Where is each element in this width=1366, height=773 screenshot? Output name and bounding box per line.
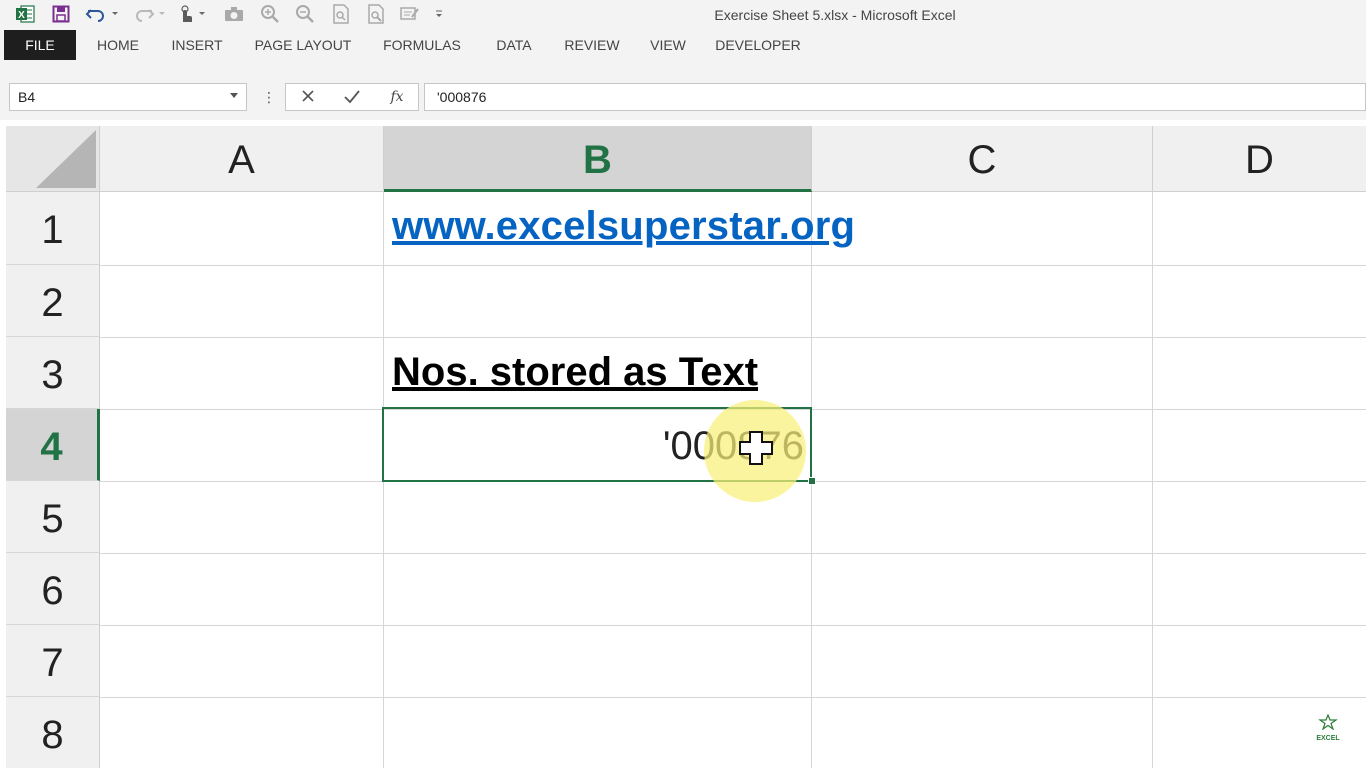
tab-file[interactable]: FILE <box>4 30 76 60</box>
column-header-c[interactable]: C <box>812 126 1153 192</box>
fill-handle[interactable] <box>808 477 816 485</box>
row-header-8[interactable]: 8 <box>6 697 100 768</box>
gridline <box>100 553 1366 554</box>
watermark-label: EXCEL <box>1316 735 1340 742</box>
cell-b3-heading[interactable]: Nos. stored as Text <box>392 350 758 395</box>
name-box-dropdown-icon[interactable] <box>230 93 238 98</box>
gridline <box>1152 192 1153 768</box>
gridline <box>100 337 1366 338</box>
column-header-a[interactable]: A <box>100 126 384 192</box>
row-header-7[interactable]: 7 <box>6 625 100 697</box>
tab-page-layout[interactable]: PAGE LAYOUT <box>248 30 358 60</box>
tab-formulas[interactable]: FORMULAS <box>376 30 468 60</box>
column-header-b[interactable]: B <box>384 126 812 192</box>
excel-superstar-logo: EXCEL <box>1306 713 1350 746</box>
tab-review[interactable]: REVIEW <box>558 30 626 60</box>
formula-input[interactable] <box>424 83 1366 111</box>
row-header-2[interactable]: 2 <box>6 265 100 337</box>
tab-home[interactable]: HOME <box>88 30 148 60</box>
cancel-icon[interactable] <box>296 86 320 108</box>
row-header-3[interactable]: 3 <box>6 337 100 409</box>
row-header-4[interactable]: 4 <box>6 409 100 481</box>
row-header-1[interactable]: 1 <box>6 192 100 265</box>
tab-view[interactable]: VIEW <box>642 30 694 60</box>
tab-data[interactable]: DATA <box>486 30 542 60</box>
column-header-d[interactable]: D <box>1153 126 1366 192</box>
ribbon-collapsed-area <box>0 62 1366 78</box>
cell-b1-hyperlink[interactable]: www.excelsuperstar.org <box>392 204 855 249</box>
gridline <box>100 697 1366 698</box>
ribbon-tabs: FILE HOME INSERT PAGE LAYOUT FORMULAS DA… <box>0 30 1366 62</box>
gridline <box>100 625 1366 626</box>
insert-function-button[interactable]: fx <box>385 86 409 108</box>
tab-insert[interactable]: INSERT <box>164 30 230 60</box>
formula-bar-resize-handle[interactable]: ⋮ <box>262 88 276 106</box>
cell-select-cursor-icon <box>736 428 776 468</box>
name-box[interactable] <box>9 83 247 111</box>
window-title: Exercise Sheet 5.xlsx - Microsoft Excel <box>714 7 956 23</box>
row-header-5[interactable]: 5 <box>6 481 100 553</box>
row-header-6[interactable]: 6 <box>6 553 100 625</box>
gridline <box>100 265 1366 266</box>
select-all-triangle-icon <box>36 130 96 188</box>
name-box-value: B4 <box>18 89 36 105</box>
star-icon <box>1318 713 1338 731</box>
enter-check-icon[interactable] <box>340 86 364 108</box>
tab-developer[interactable]: DEVELOPER <box>710 30 806 60</box>
formula-input-value: '000876 <box>437 89 487 105</box>
